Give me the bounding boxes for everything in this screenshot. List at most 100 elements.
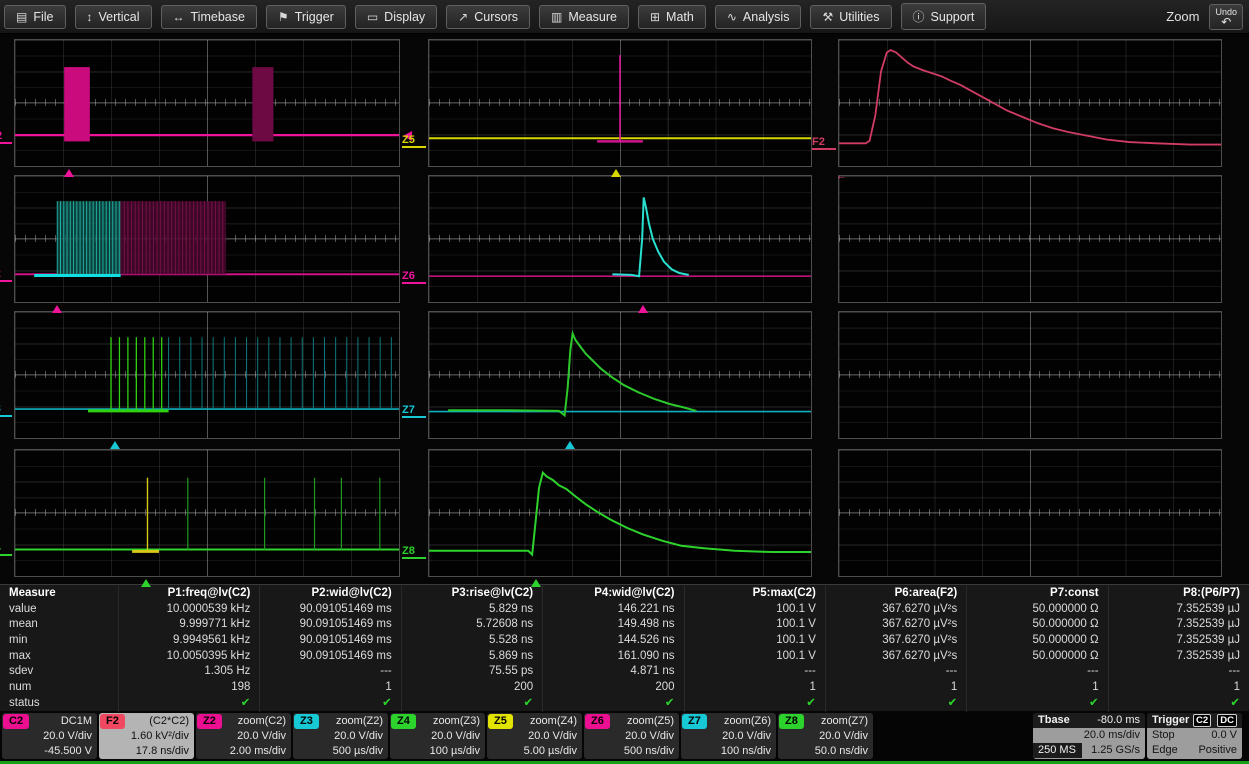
trace-label-z3[interactable]: Z3 bbox=[0, 404, 12, 417]
trace-label-z8[interactable]: Z8 bbox=[402, 546, 426, 559]
measure-status-check-icon: ✔ bbox=[542, 696, 683, 712]
channel-scale: 1.60 kV²/div bbox=[101, 729, 189, 744]
channel-box-z7[interactable]: Z7zoom(Z6)20.0 V/div100 ns/div bbox=[681, 713, 776, 759]
measure-param-header[interactable]: P5:max(C2) bbox=[684, 586, 825, 602]
menu-button-file[interactable]: ▤File bbox=[4, 5, 66, 29]
channel-tab-z5[interactable]: Z5 bbox=[488, 714, 513, 729]
channel-scale: 20.0 V/div bbox=[489, 729, 577, 744]
channel-box-z5[interactable]: Z5zoom(Z4)20.0 V/div5.00 µs/div bbox=[487, 713, 582, 759]
zoom-region-marker-z4[interactable] bbox=[141, 579, 151, 587]
menu-button-utilities[interactable]: ⚒Utilities bbox=[810, 5, 891, 29]
trace-label-z2[interactable]: Z2 bbox=[0, 269, 12, 282]
channel-box-z4[interactable]: Z4zoom(Z3)20.0 V/div100 µs/div bbox=[390, 713, 485, 759]
channel-tab-z8[interactable]: Z8 bbox=[779, 714, 804, 729]
measure-param-header[interactable]: P6:area(F2) bbox=[825, 586, 966, 602]
cursor-arrow-icon: ↗ bbox=[458, 10, 468, 24]
menu-button-cursors[interactable]: ↗ Cursors bbox=[446, 5, 530, 29]
trace-label-c2[interactable]: C2 bbox=[0, 131, 12, 144]
zoom-region-marker-z8[interactable] bbox=[531, 579, 541, 587]
menu-button-label: Support bbox=[931, 10, 975, 24]
channel-box-z8[interactable]: Z8zoom(Z7)20.0 V/div50.0 ns/div bbox=[778, 713, 873, 759]
measure-param-header[interactable]: P8:(P6/P7) bbox=[1108, 586, 1249, 602]
measure-value-cell: 144.526 ns bbox=[542, 633, 683, 649]
zoom-region-marker-z6[interactable] bbox=[638, 305, 648, 313]
measure-value-cell: 367.6270 µV²s bbox=[825, 617, 966, 633]
measure-value-cell: 161.090 ns bbox=[542, 649, 683, 665]
measure-param-header[interactable]: P4:wid@lv(C2) bbox=[542, 586, 683, 602]
channel-tab-f2[interactable]: F2 bbox=[100, 714, 125, 729]
measure-value-cell: 7.352539 µJ bbox=[1108, 602, 1249, 618]
measure-value-cell: 1.305 Hz bbox=[118, 664, 259, 680]
zoom-region-marker-c2[interactable] bbox=[64, 169, 74, 177]
channel-box-z2[interactable]: Z2zoom(C2)20.0 V/div2.00 ms/div bbox=[196, 713, 291, 759]
menu-right: Zoom Undo ↶ bbox=[1166, 4, 1245, 30]
channel-box-z6[interactable]: Z6zoom(Z5)20.0 V/div500 ns/div bbox=[584, 713, 679, 759]
undo-icon: ↶ bbox=[1215, 17, 1237, 27]
measure-row-label: max bbox=[0, 649, 118, 665]
menu-button-timebase[interactable]: ↔Timebase bbox=[161, 5, 257, 29]
measure-row-label: num bbox=[0, 680, 118, 696]
menu-button-support[interactable]: ⓘSupport bbox=[901, 3, 987, 30]
channel-tab-z7[interactable]: Z7 bbox=[682, 714, 707, 729]
channel-offset-or-timebase: 500 ns/div bbox=[586, 744, 674, 759]
measure-value-cell: 200 bbox=[542, 680, 683, 696]
channel-scale: 20.0 V/div bbox=[4, 729, 92, 744]
channel-tab-z4[interactable]: Z4 bbox=[391, 714, 416, 729]
channel-scale: 20.0 V/div bbox=[295, 729, 383, 744]
measure-param-header[interactable]: P3:rise@lv(C2) bbox=[401, 586, 542, 602]
measure-value-cell: 90.091051469 ms bbox=[259, 649, 400, 665]
timebase-box[interactable]: Tbase -80.0 ms 20.0 ms/div 250 MS 1.25 G… bbox=[1033, 713, 1145, 759]
measure-value-cell: 90.091051469 ms bbox=[259, 617, 400, 633]
grid-panel-z4: Z4 bbox=[14, 449, 400, 577]
menu-bar: ▤File ↕ Vertical ↔Timebase ⚑Trigger ▭Display ↗… bbox=[0, 0, 1249, 34]
trace-label-f2[interactable]: F2 bbox=[812, 137, 836, 150]
zoom-region-marker-z7[interactable] bbox=[565, 441, 575, 449]
channel-scale: 20.0 V/div bbox=[683, 729, 771, 744]
channel-offset-or-timebase: 17.8 ns/div bbox=[101, 744, 189, 759]
waveform-trace-empty2 bbox=[839, 312, 1221, 438]
zoom-region-marker-z5[interactable] bbox=[611, 169, 621, 177]
zoom-region-marker-z3[interactable] bbox=[110, 441, 120, 449]
timebase-body: 20.0 ms/div 250 MS 1.25 GS/s bbox=[1033, 728, 1145, 759]
menu-button-measure[interactable]: ▥Measure bbox=[539, 5, 629, 29]
channel-box-f2[interactable]: F2(C2*C2)1.60 kV²/div17.8 ns/div bbox=[99, 713, 194, 759]
grid-panel-empty2 bbox=[838, 311, 1222, 439]
trace-label-z7[interactable]: Z7 bbox=[402, 405, 426, 418]
trigger-coupling-badge: DC bbox=[1217, 714, 1237, 727]
channel-box-c2[interactable]: C2DC1M20.0 V/div-45.500 V bbox=[2, 713, 97, 759]
trace-label-z4[interactable]: Z4 bbox=[0, 543, 12, 556]
channel-tab-c2[interactable]: C2 bbox=[3, 714, 29, 729]
channel-offset-or-timebase: 2.00 ms/div bbox=[198, 744, 286, 759]
menu-button-vertical[interactable]: ↕ Vertical bbox=[75, 5, 152, 29]
channel-tab-z6[interactable]: Z6 bbox=[585, 714, 610, 729]
trigger-box[interactable]: Trigger C2 DC Stop 0.0 V Edge Positive bbox=[1147, 713, 1242, 759]
menu-button-label: Vertical bbox=[99, 10, 140, 24]
menu-button-analysis[interactable]: ∿Analysis bbox=[715, 5, 802, 29]
grid-panel-z3: Z3 bbox=[14, 311, 400, 439]
channel-box-z3[interactable]: Z3zoom(Z2)20.0 V/div500 µs/div bbox=[293, 713, 388, 759]
grid-panel-z7: Z7 bbox=[428, 311, 812, 439]
trace-label-z6[interactable]: Z6 bbox=[402, 271, 426, 284]
measure-param-header[interactable]: P1:freq@lv(C2) bbox=[118, 586, 259, 602]
channel-tab-z3[interactable]: Z3 bbox=[294, 714, 319, 729]
menu-button-trigger[interactable]: ⚑Trigger bbox=[266, 5, 346, 29]
measure-param-header[interactable]: P2:wid@lv(C2) bbox=[259, 586, 400, 602]
measure-value-cell: 5.72608 ns bbox=[401, 617, 542, 633]
waveform-trace-z2 bbox=[15, 176, 399, 302]
waveform-chart-icon: ∿ bbox=[727, 10, 737, 24]
vertical-arrows-icon: ↕ bbox=[87, 10, 93, 24]
trace-label-z5[interactable]: Z5 bbox=[402, 135, 426, 148]
monitor-icon: ▭ bbox=[367, 10, 378, 24]
measure-status-check-icon: ✔ bbox=[259, 696, 400, 712]
measure-param-header[interactable]: P7:const bbox=[966, 586, 1107, 602]
measure-value-cell: --- bbox=[684, 664, 825, 680]
measure-row-label: status bbox=[0, 696, 118, 712]
menu-button-display[interactable]: ▭Display bbox=[355, 5, 437, 29]
channel-tab-z2[interactable]: Z2 bbox=[197, 714, 222, 729]
menu-button-math[interactable]: ⊞Math bbox=[638, 5, 706, 29]
zoom-region-marker-z2[interactable] bbox=[52, 305, 62, 313]
menu-button-label: Cursors bbox=[474, 10, 518, 24]
channel-scale: 20.0 V/div bbox=[392, 729, 480, 744]
menu-button-label: Utilities bbox=[839, 10, 879, 24]
undo-button[interactable]: Undo ↶ bbox=[1209, 4, 1243, 30]
